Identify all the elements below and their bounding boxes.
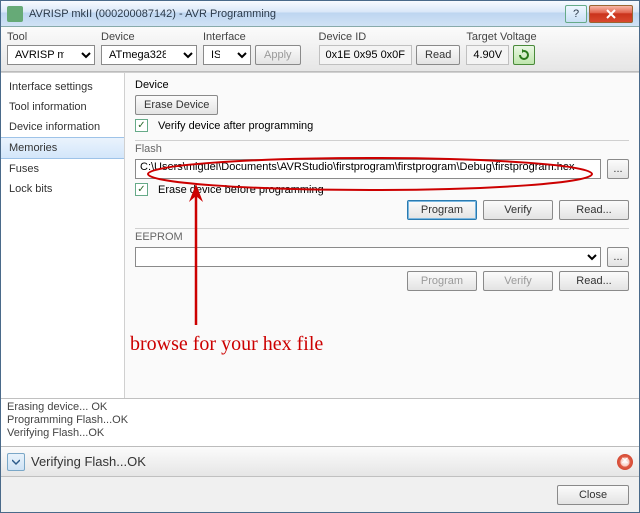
verify-after-label: Verify device after programming xyxy=(158,120,313,132)
footer: Close xyxy=(1,476,639,512)
window: AVRISP mkII (000200087142) - AVR Program… xyxy=(0,0,640,513)
sidebar: Interface settings Tool information Devi… xyxy=(1,73,125,398)
tool-select[interactable]: AVRISP mkII xyxy=(7,45,95,65)
erase-before-label: Erase device before programming xyxy=(158,184,324,196)
voltage-label: Target Voltage xyxy=(466,31,536,43)
close-icon xyxy=(605,9,617,19)
help-button[interactable]: ? xyxy=(565,5,587,23)
eeprom-group: EEPROM ... Program Verify Read... xyxy=(135,228,629,291)
chevron-down-icon xyxy=(12,458,20,466)
flash-read-button[interactable]: Read... xyxy=(559,200,629,220)
flash-path-input[interactable]: C:\Users\miguel\Documents\AVRStudio\firs… xyxy=(135,159,601,179)
eeprom-program-button[interactable]: Program xyxy=(407,271,477,291)
close-button[interactable]: Close xyxy=(557,485,629,505)
app-icon xyxy=(7,6,23,22)
close-window-button[interactable] xyxy=(589,5,633,23)
error-icon[interactable]: ✕ xyxy=(617,454,633,470)
interface-label: Interface xyxy=(203,31,301,43)
toolbar: Tool AVRISP mkII Device ATmega328P Inter… xyxy=(1,27,639,72)
voltage-value: 4.90V xyxy=(466,45,509,65)
verify-after-checkbox[interactable]: ✓ xyxy=(135,119,148,132)
log-line: Verifying Flash...OK xyxy=(7,427,633,440)
content: Device Erase Device ✓ Verify device afte… xyxy=(125,73,639,398)
flash-group-title: Flash xyxy=(135,143,629,155)
deviceid-label: Device ID xyxy=(319,31,461,43)
sidebar-item-interface-settings[interactable]: Interface settings xyxy=(1,77,124,97)
flash-group: Flash C:\Users\miguel\Documents\AVRStudi… xyxy=(135,140,629,220)
eeprom-read-button[interactable]: Read... xyxy=(559,271,629,291)
erase-before-checkbox[interactable]: ✓ xyxy=(135,183,148,196)
log-area: Erasing device... OK Programming Flash..… xyxy=(1,398,639,446)
refresh-icon xyxy=(518,49,530,61)
status-text: Verifying Flash...OK xyxy=(31,454,146,469)
voltage-refresh-button[interactable] xyxy=(513,45,535,65)
deviceid-value: 0x1E 0x95 0x0F xyxy=(319,45,413,65)
eeprom-verify-button[interactable]: Verify xyxy=(483,271,553,291)
interface-select[interactable]: ISP xyxy=(203,45,251,65)
eeprom-group-title: EEPROM xyxy=(135,231,629,243)
flash-browse-button[interactable]: ... xyxy=(607,159,629,179)
tool-label: Tool xyxy=(7,31,95,43)
apply-button[interactable]: Apply xyxy=(255,45,301,65)
status-bar: Verifying Flash...OK ✕ xyxy=(1,446,639,476)
sidebar-item-device-information[interactable]: Device information xyxy=(1,117,124,137)
device-group-title: Device xyxy=(135,79,629,91)
sidebar-item-fuses[interactable]: Fuses xyxy=(1,159,124,179)
device-group: Device Erase Device ✓ Verify device afte… xyxy=(135,79,629,132)
deviceid-read-button[interactable]: Read xyxy=(416,45,460,65)
device-label: Device xyxy=(101,31,197,43)
log-line: Programming Flash...OK xyxy=(7,414,633,427)
log-line: Erasing device... OK xyxy=(7,401,633,414)
erase-device-button[interactable]: Erase Device xyxy=(135,95,218,115)
flash-program-button[interactable]: Program xyxy=(407,200,477,220)
titlebar: AVRISP mkII (000200087142) - AVR Program… xyxy=(1,1,639,27)
device-select[interactable]: ATmega328P xyxy=(101,45,197,65)
window-title: AVRISP mkII (000200087142) - AVR Program… xyxy=(29,8,565,20)
body: Interface settings Tool information Devi… xyxy=(1,72,639,398)
flash-verify-button[interactable]: Verify xyxy=(483,200,553,220)
eeprom-browse-button[interactable]: ... xyxy=(607,247,629,267)
eeprom-path-select[interactable] xyxy=(135,247,601,267)
sidebar-item-memories[interactable]: Memories xyxy=(1,137,124,159)
status-expander-button[interactable] xyxy=(7,453,25,471)
sidebar-item-lock-bits[interactable]: Lock bits xyxy=(1,179,124,199)
sidebar-item-tool-information[interactable]: Tool information xyxy=(1,97,124,117)
